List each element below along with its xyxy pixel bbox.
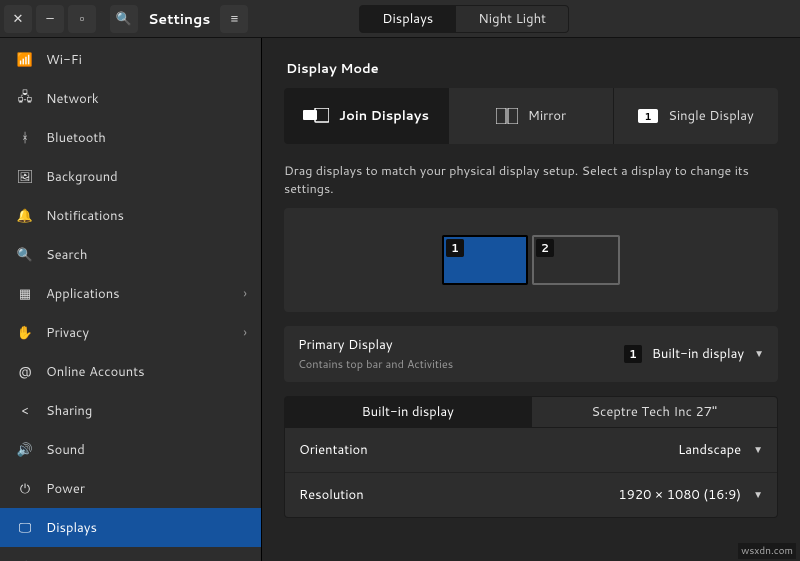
bluetooth-icon: ᚼ [14,129,36,147]
display-settings-list: Orientation Landscape▼ Resolution 1920 ×… [284,428,778,518]
primary-display-label: Primary Display [298,336,453,354]
share-icon: < [14,402,36,420]
sidebar-item-mouse[interactable]: 🖱Mouse & Touchpad [0,547,261,561]
sidebar: 📶Wi-Fi 🖧Network ᚼBluetooth 🖼Background 🔔… [0,38,262,561]
tab-sceptre-display[interactable]: Sceptre Tech Inc 27" [532,396,779,428]
apps-icon: ▦ [14,285,36,303]
chevron-down-icon: ▼ [754,347,764,361]
background-icon: 🖼 [14,168,36,186]
chevron-right-icon: › [243,324,247,342]
primary-display-value: Built-in display [652,345,744,363]
primary-display-sub: Contains top bar and Activities [298,356,453,372]
search-icon[interactable]: 🔍 [110,5,138,33]
mode-mirror[interactable]: Mirror [449,88,614,144]
chevron-right-icon: › [243,285,247,303]
search-icon: 🔍 [14,246,36,264]
bell-icon: 🔔 [14,207,36,225]
mirror-icon [496,108,518,124]
display-2[interactable]: 2 [532,235,620,285]
maximize-icon[interactable]: ▫ [68,5,96,33]
at-icon: @ [14,363,36,381]
primary-display-row[interactable]: Primary Display Contains top bar and Act… [284,326,778,382]
separator [100,5,106,33]
display-mode-title: Display Mode [286,60,778,78]
sidebar-item-network[interactable]: 🖧Network [0,79,261,118]
tab-displays[interactable]: Displays [359,5,456,33]
sound-icon: 🔊 [14,441,36,459]
network-icon: 🖧 [14,88,36,110]
tab-builtin-display[interactable]: Built-in display [284,396,532,428]
display-mode-selector: Join Displays Mirror 1 Single Display [284,88,778,144]
titlebar: ✕ – ▫ 🔍 Settings ≡ Displays Night Light [0,0,800,38]
primary-display-badge: 1 [624,345,642,363]
wifi-icon: 📶 [14,51,36,69]
sidebar-item-bluetooth[interactable]: ᚼBluetooth [0,118,261,157]
chevron-down-icon: ▼ [753,488,763,502]
sidebar-item-online-accounts[interactable]: @Online Accounts [0,352,261,391]
minimize-icon[interactable]: – [36,5,64,33]
sidebar-item-search[interactable]: 🔍Search [0,235,261,274]
display-1[interactable]: 1 [442,235,528,285]
sidebar-item-power[interactable]: ⏻Power [0,469,261,508]
close-icon[interactable]: ✕ [4,5,32,33]
mode-single-display[interactable]: 1 Single Display [614,88,778,144]
help-text: Drag displays to match your physical dis… [284,162,778,198]
watermark: wsxdn.com [738,543,796,559]
display-icon: 🖵 [14,519,36,537]
mouse-icon: 🖱 [14,558,36,561]
privacy-icon: ✋ [14,324,36,342]
display-tabs: Built-in display Sceptre Tech Inc 27" [284,396,778,428]
orientation-row[interactable]: Orientation Landscape▼ [285,428,777,473]
content-area: Display Mode Join Displays Mirror 1 Sing… [262,38,800,561]
sidebar-item-sound[interactable]: 🔊Sound [0,430,261,469]
sidebar-item-wifi[interactable]: 📶Wi-Fi [0,40,261,79]
sidebar-item-background[interactable]: 🖼Background [0,157,261,196]
svg-text:1: 1 [645,110,652,123]
chevron-down-icon: ▼ [753,443,763,457]
single-display-icon: 1 [638,109,658,123]
sidebar-item-privacy[interactable]: ✋Privacy› [0,313,261,352]
mode-join-displays[interactable]: Join Displays [284,88,449,144]
display-arrangement[interactable]: 1 2 [284,208,778,312]
join-displays-icon [303,108,329,124]
sidebar-item-notifications[interactable]: 🔔Notifications [0,196,261,235]
app-title: Settings [148,9,210,29]
sidebar-item-displays[interactable]: 🖵Displays [0,508,261,547]
tab-night-light[interactable]: Night Light [456,5,569,33]
resolution-row[interactable]: Resolution 1920 × 1080 (16:9)▼ [285,473,777,517]
hamburger-icon[interactable]: ≡ [220,5,248,33]
sidebar-item-sharing[interactable]: <Sharing [0,391,261,430]
sidebar-item-applications[interactable]: ▦Applications› [0,274,261,313]
power-icon: ⏻ [14,480,36,498]
